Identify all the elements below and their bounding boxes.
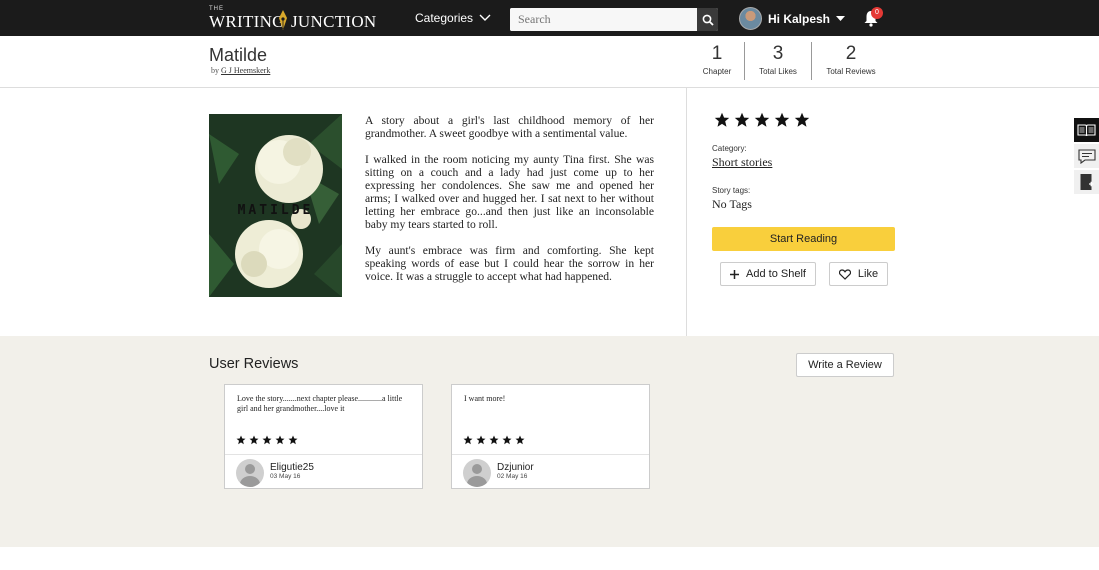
cover-title: MATILDE <box>237 203 314 218</box>
star-icon <box>774 112 790 127</box>
story-author-line: by G J Heemskerk <box>211 66 270 75</box>
star-icon <box>275 435 285 445</box>
star-icon <box>249 435 259 445</box>
column-divider <box>686 88 687 336</box>
stat-reviews: 2 Total Reviews <box>818 43 884 76</box>
star-icon <box>502 435 512 445</box>
review-date: 03 May 16 <box>270 473 301 480</box>
pen-nib-icon <box>279 10 287 30</box>
search-icon <box>702 14 714 26</box>
reviewer-name[interactable]: Dzjunior <box>497 462 534 473</box>
review-card: Love the story.......next chapter please… <box>224 384 423 489</box>
star-icon <box>463 435 473 445</box>
user-reviews-section: User Reviews Write a Review Love the sto… <box>0 336 1099 547</box>
categories-menu[interactable]: Categories <box>415 11 491 25</box>
read-tool-button[interactable] <box>1074 118 1099 142</box>
review-footer: Eligutie25 03 May 16 <box>225 454 422 488</box>
add-to-shelf-label: Add to Shelf <box>746 268 806 280</box>
user-menu[interactable]: Hi Kalpesh <box>739 7 846 30</box>
write-review-button[interactable]: Write a Review <box>796 353 894 377</box>
star-icon <box>288 435 298 445</box>
avatar <box>739 7 762 30</box>
star-icon <box>754 112 770 127</box>
divider <box>811 42 812 80</box>
comment-icon <box>1077 148 1096 164</box>
by-prefix: by <box>211 66 219 75</box>
categories-label: Categories <box>415 11 474 25</box>
category-link[interactable]: Short stories <box>712 155 772 170</box>
review-text: Love the story.......next chapter please… <box>237 394 403 413</box>
comments-tool-button[interactable] <box>1074 144 1099 168</box>
stat-value: 2 <box>845 43 857 64</box>
user-greeting: Hi Kalpesh <box>768 11 831 26</box>
logo-junction: JUNCTION <box>291 12 377 31</box>
stat-value: 1 <box>711 43 723 64</box>
stat-likes: 3 Total Likes <box>752 43 804 76</box>
stat-value: 3 <box>772 43 784 64</box>
star-icon <box>734 112 750 127</box>
search-input[interactable] <box>510 8 697 31</box>
heart-icon <box>838 268 851 280</box>
open-book-icon <box>1077 123 1096 136</box>
stat-chapters: 1 Chapter <box>697 43 737 76</box>
tags-label: Story tags: <box>712 186 751 195</box>
star-icon <box>489 435 499 445</box>
like-label: Like <box>857 268 879 280</box>
review-rating <box>463 435 525 445</box>
review-rating <box>236 435 298 445</box>
category-label: Category: <box>712 144 747 153</box>
side-toolbar <box>1074 118 1099 196</box>
stat-label: Total Reviews <box>826 67 876 76</box>
reviewer-avatar[interactable] <box>236 459 264 487</box>
description-paragraph: My aunt's embrace was firm and comfortin… <box>365 244 654 283</box>
logo-writing: WRITING <box>209 12 285 31</box>
search-box <box>510 8 718 31</box>
like-button[interactable]: Like <box>829 262 888 286</box>
reviewer-avatar[interactable] <box>463 459 491 487</box>
star-icon <box>794 112 810 127</box>
start-reading-button[interactable]: Start Reading <box>712 227 895 251</box>
description-paragraph: I walked in the room noticing my aunty T… <box>365 153 654 231</box>
story-description: A story about a girl's last childhood me… <box>365 114 654 296</box>
tags-value: No Tags <box>712 197 752 211</box>
review-date: 02 May 16 <box>497 473 528 480</box>
story-title: Matilde <box>209 45 268 65</box>
add-bookmark-icon <box>1080 174 1094 190</box>
top-navigation-bar: THE WRITING JUNCTION Categories Hi Kalpe… <box>0 0 1099 36</box>
story-title-bar: Matilde by G J Heemskerk 1 Chapter 3 Tot… <box>0 36 1099 88</box>
reviewer-name[interactable]: Eligutie25 <box>270 462 314 473</box>
divider <box>744 42 745 80</box>
stat-label: Chapter <box>702 67 732 76</box>
plus-icon <box>730 269 740 279</box>
star-icon <box>476 435 486 445</box>
search-button[interactable] <box>697 8 718 31</box>
star-icon <box>515 435 525 445</box>
bookmark-tool-button[interactable] <box>1074 170 1099 194</box>
review-text: I want more! <box>464 394 506 403</box>
chevron-down-icon <box>479 14 491 21</box>
description-paragraph: A story about a girl's last childhood me… <box>365 114 654 140</box>
notification-badge: 0 <box>871 7 883 19</box>
stat-label: Total Likes <box>759 67 797 76</box>
review-card: I want more! Dzjunior 02 May 16 <box>451 384 650 489</box>
reviews-heading: User Reviews <box>209 356 299 372</box>
review-footer: Dzjunior 02 May 16 <box>452 454 649 488</box>
star-icon <box>262 435 272 445</box>
author-link[interactable]: G J Heemskerk <box>221 66 270 75</box>
story-rating <box>714 112 810 128</box>
add-to-shelf-button[interactable]: Add to Shelf <box>720 262 816 286</box>
star-icon <box>714 112 730 127</box>
star-icon <box>236 435 246 445</box>
caret-down-icon <box>836 15 846 21</box>
story-cover-image[interactable]: MATILDE <box>209 114 342 297</box>
